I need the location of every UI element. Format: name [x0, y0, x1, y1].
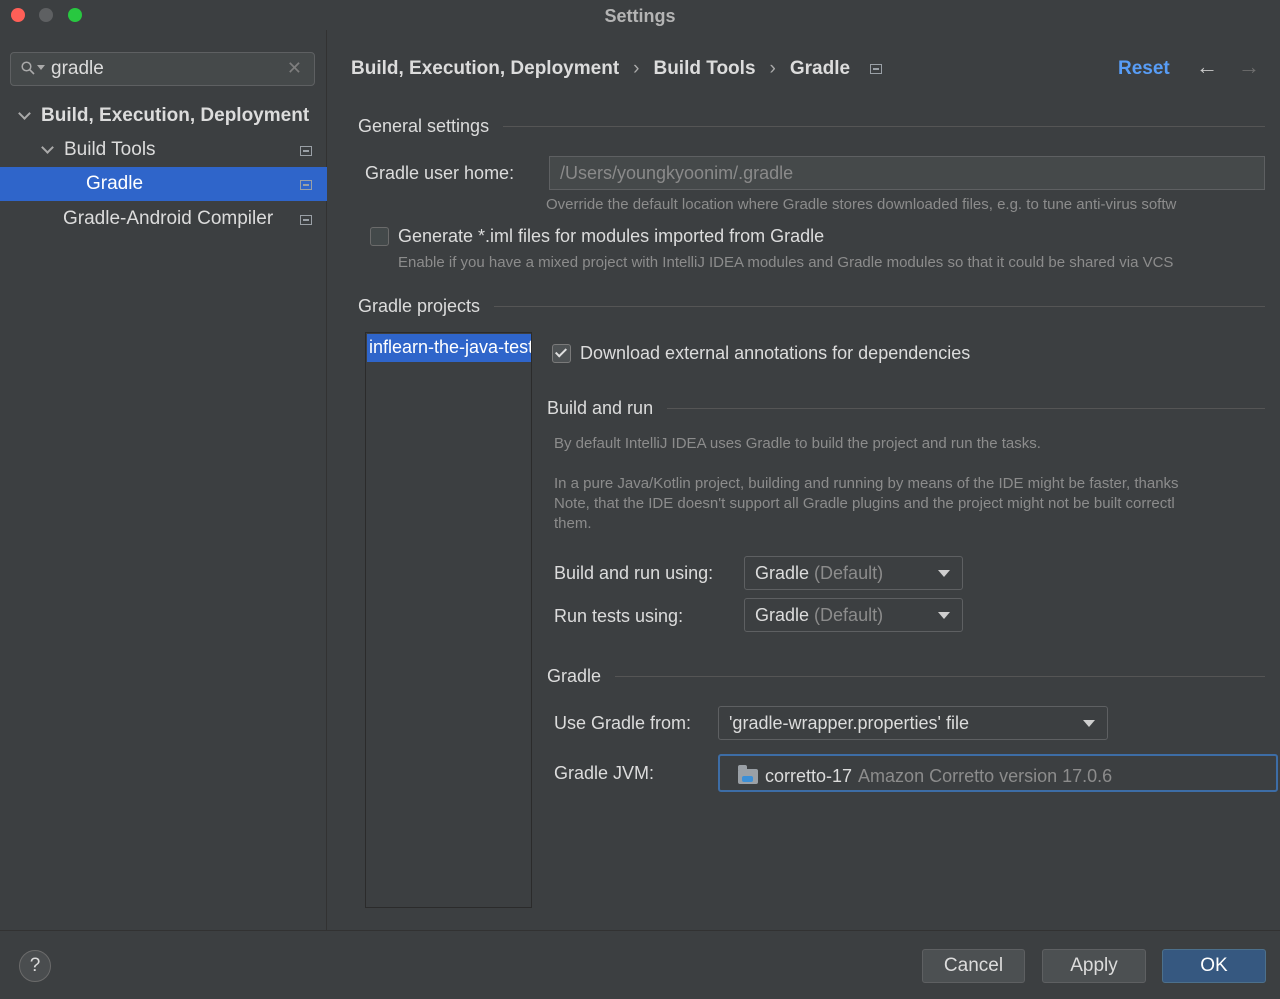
dropdown-arrow-icon	[938, 612, 950, 619]
section-title: Gradle projects	[358, 296, 481, 316]
settings-search[interactable]: ✕	[10, 52, 315, 86]
gradle-user-home-field[interactable]: /Users/youngkyoonim/.gradle	[549, 156, 1265, 190]
settings-sidebar: ✕ Build, Execution, Deployment Build Too…	[0, 30, 327, 930]
dropdown-arrow-icon	[938, 570, 950, 577]
help-button[interactable]: ?	[19, 950, 51, 982]
tree-item-gradle-android-compiler[interactable]: Gradle-Android Compiler	[0, 202, 327, 236]
gradle-jvm-label: Gradle JVM:	[554, 763, 655, 783]
gradle-section: Gradle	[547, 666, 1265, 687]
jvm-name: corretto-17	[765, 765, 853, 786]
search-icon	[21, 61, 35, 75]
project-level-badge-icon	[870, 64, 883, 74]
gradle-user-home-hint: Override the default location where Grad…	[546, 196, 1177, 213]
generate-iml-checkbox[interactable]	[370, 227, 389, 246]
jvm-description: Amazon Corretto version 17.0.6	[858, 765, 1113, 786]
apply-button[interactable]: Apply	[1042, 949, 1146, 983]
build-and-run-description: Note, that the IDE doesn't support all G…	[554, 495, 1175, 512]
project-level-badge-icon	[300, 180, 312, 190]
section-title: General settings	[358, 116, 490, 136]
select-value: Gradle	[755, 563, 810, 583]
window-title: Settings	[604, 6, 676, 26]
jdk-folder-icon	[738, 764, 758, 784]
select-value: 'gradle-wrapper.properties' file	[729, 713, 969, 733]
generate-iml-label[interactable]: Generate *.iml files for modules importe…	[398, 226, 824, 247]
ok-button[interactable]: OK	[1162, 949, 1266, 983]
generate-iml-hint: Enable if you have a mixed project with …	[398, 254, 1174, 271]
checkmark-icon	[554, 345, 568, 358]
section-divider	[503, 126, 1265, 127]
gradle-projects-list[interactable]: inflearn-the-java-test	[365, 332, 532, 908]
build-and-run-description: By default IntelliJ IDEA uses Gradle to …	[554, 435, 1041, 452]
download-annotations-label[interactable]: Download external annotations for depend…	[580, 343, 970, 364]
section-divider	[667, 408, 1265, 409]
search-input[interactable]	[51, 56, 281, 82]
forward-arrow-icon[interactable]: →	[1238, 54, 1260, 80]
breadcrumb-item[interactable]: Build Tools	[653, 58, 755, 80]
project-level-badge-icon	[300, 215, 312, 225]
tree-item-label: Gradle	[86, 173, 144, 194]
title-bar: Settings	[0, 0, 1280, 30]
build-and-run-using-select[interactable]: Gradle (Default)	[744, 556, 963, 590]
search-history-dropdown-icon[interactable]	[37, 65, 45, 70]
breadcrumb-separator-icon: ›	[633, 58, 640, 79]
tree-item-label: Build, Execution, Deployment	[41, 105, 310, 126]
list-item[interactable]: inflearn-the-java-test	[367, 334, 531, 362]
gradle-user-home-label: Gradle user home:	[365, 163, 515, 183]
cancel-button[interactable]: Cancel	[922, 949, 1025, 983]
breadcrumb-separator-icon: ›	[769, 58, 776, 79]
select-value: Gradle	[755, 605, 810, 625]
general-settings-section: General settings	[358, 116, 1265, 137]
use-gradle-from-label: Use Gradle from:	[554, 713, 692, 733]
gradle-jvm-select[interactable]: corretto-17 Amazon Corretto version 17.0…	[718, 754, 1278, 792]
use-gradle-from-select[interactable]: 'gradle-wrapper.properties' file	[718, 706, 1108, 740]
build-and-run-description: In a pure Java/Kotlin project, building …	[554, 475, 1179, 492]
section-divider	[494, 306, 1265, 307]
section-title: Gradle	[547, 666, 602, 686]
build-and-run-using-label: Build and run using:	[554, 563, 714, 583]
dropdown-arrow-icon	[1083, 720, 1095, 727]
chevron-down-icon[interactable]	[41, 141, 54, 154]
tree-item-build-tools[interactable]: Build Tools	[0, 133, 327, 167]
tree-item-label: Gradle-Android Compiler	[63, 208, 274, 229]
tree-item-gradle[interactable]: Gradle	[0, 167, 327, 201]
select-suffix: (Default)	[814, 563, 884, 583]
breadcrumb-item: Gradle	[789, 58, 851, 79]
download-annotations-checkbox[interactable]	[552, 344, 571, 363]
chevron-down-icon[interactable]	[18, 107, 31, 120]
settings-main-panel: Build, Execution, Deployment › Build Too…	[328, 30, 1280, 930]
run-tests-using-select[interactable]: Gradle (Default)	[744, 598, 963, 632]
back-arrow-icon[interactable]: ←	[1196, 54, 1218, 80]
clear-search-icon[interactable]: ✕	[287, 58, 302, 79]
breadcrumb: Build, Execution, Deployment › Build Too…	[351, 58, 883, 80]
reset-link[interactable]: Reset	[1118, 58, 1170, 80]
select-suffix: (Default)	[814, 605, 884, 625]
breadcrumb-item[interactable]: Build, Execution, Deployment	[351, 58, 619, 80]
dialog-footer: ? Cancel Apply OK	[0, 930, 1280, 999]
build-and-run-description: them.	[554, 515, 592, 532]
tree-item-label: Build Tools	[64, 139, 156, 160]
section-title: Build and run	[547, 398, 654, 418]
gradle-projects-section: Gradle projects	[358, 296, 1265, 317]
run-tests-using-label: Run tests using:	[554, 606, 684, 626]
project-level-badge-icon	[300, 146, 312, 156]
section-divider	[615, 676, 1265, 677]
build-and-run-section: Build and run	[547, 398, 1265, 419]
tree-item-build-execution-deployment[interactable]: Build, Execution, Deployment	[0, 99, 327, 133]
